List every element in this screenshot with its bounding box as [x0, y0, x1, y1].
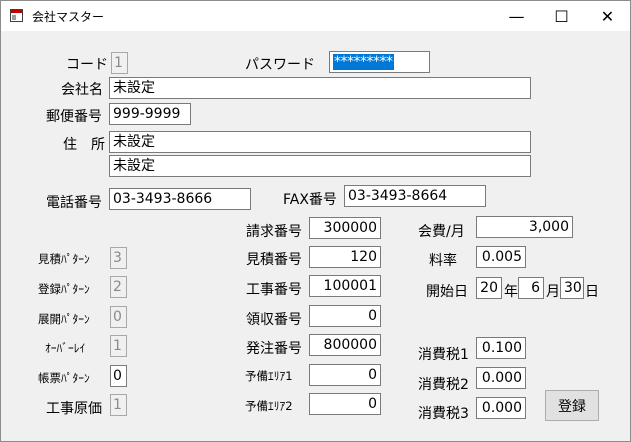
overlay-field[interactable]: 1 — [110, 335, 127, 357]
estimate-no-field[interactable]: 120 — [309, 246, 381, 268]
address-line1-field[interactable]: 未設定 — [109, 131, 531, 153]
fee-per-month-label: 会費/月 — [418, 224, 465, 240]
title-bar: 会社マスター — ☐ ✕ — [1, 1, 630, 31]
company-name-label: 会社名 — [61, 82, 103, 98]
rate-field[interactable]: 0.005 — [476, 246, 526, 268]
register-pattern-label: 登録ﾊﾟﾀｰﾝ — [38, 282, 90, 296]
tax1-label: 消費税1 — [418, 347, 469, 363]
month-label: 月 — [546, 284, 560, 300]
construction-no-label: 工事番号 — [246, 282, 302, 298]
estimate-no-label: 見積番号 — [246, 252, 302, 268]
minimize-button[interactable]: — — [494, 1, 539, 31]
register-pattern-field[interactable]: 2 — [110, 276, 127, 298]
window-title: 会社マスター — [32, 10, 105, 24]
code-label: コード — [66, 57, 108, 73]
reserve1-label: 予備ｴﾘｱ1 — [245, 369, 293, 383]
password-field[interactable]: ********* — [329, 51, 430, 73]
address-label: 住 所 — [63, 137, 105, 153]
tax3-field[interactable]: 0.000 — [476, 397, 526, 419]
tax3-label: 消費税3 — [418, 406, 469, 422]
maximize-button[interactable]: ☐ — [539, 1, 584, 31]
reserve2-label: 予備ｴﾘｱ2 — [245, 399, 293, 413]
order-no-label: 発注番号 — [246, 341, 302, 357]
reserve2-field[interactable]: 0 — [309, 393, 381, 415]
expand-pattern-field[interactable]: 0 — [110, 306, 127, 328]
address-line2-field[interactable]: 未設定 — [109, 155, 531, 177]
tax2-field[interactable]: 0.000 — [476, 367, 526, 389]
start-date-label: 開始日 — [426, 284, 468, 300]
receipt-no-label: 領収番号 — [246, 312, 302, 328]
fax-label: FAX番号 — [283, 192, 337, 208]
day-label: 日 — [585, 284, 599, 300]
rate-label: 料率 — [429, 253, 457, 269]
phone-label: 電話番号 — [46, 195, 102, 211]
construction-no-field[interactable]: 100001 — [309, 275, 381, 297]
fax-field[interactable]: 03-3493-8664 — [344, 185, 486, 207]
password-value: ********* — [333, 54, 394, 70]
expand-pattern-label: 展開ﾊﾟﾀｰﾝ — [38, 312, 90, 326]
construction-cost-field[interactable]: 1 — [110, 394, 127, 416]
form-pattern-label: 帳票ﾊﾟﾀｰﾝ — [38, 371, 90, 385]
billing-no-label: 請求番号 — [246, 224, 302, 240]
start-day-field[interactable]: 30 — [560, 277, 584, 299]
tax2-label: 消費税2 — [418, 377, 469, 393]
order-no-field[interactable]: 800000 — [309, 334, 381, 356]
postal-code-field[interactable]: 999-9999 — [109, 103, 191, 125]
password-label: パスワード — [245, 57, 315, 73]
overlay-label: ｵｰﾊﾞｰﾚｲ — [45, 341, 86, 355]
company-name-field[interactable]: 未設定 — [109, 77, 531, 99]
code-field[interactable]: 1 — [111, 52, 128, 74]
form-area: コード 1 パスワード ********* 会社名 未設定 郵便番号 999-9… — [1, 31, 630, 441]
start-month-field[interactable]: 6 — [518, 277, 544, 299]
app-icon — [10, 9, 23, 22]
register-button[interactable]: 登録 — [545, 390, 599, 421]
form-pattern-field[interactable]: 0 — [110, 365, 127, 387]
reserve1-field[interactable]: 0 — [309, 364, 381, 386]
close-button[interactable]: ✕ — [585, 1, 630, 31]
start-year-field[interactable]: 20 — [476, 277, 502, 299]
tax1-field[interactable]: 0.100 — [476, 337, 526, 359]
construction-cost-label: 工事原価 — [46, 401, 102, 417]
postal-code-label: 郵便番号 — [46, 109, 102, 125]
year-label: 年 — [504, 284, 518, 300]
billing-no-field[interactable]: 300000 — [309, 217, 381, 239]
estimate-pattern-field[interactable]: 3 — [110, 247, 127, 269]
fee-per-month-field[interactable]: 3,000 — [476, 216, 573, 238]
receipt-no-field[interactable]: 0 — [309, 305, 381, 327]
phone-field[interactable]: 03-3493-8666 — [109, 188, 251, 210]
estimate-pattern-label: 見積ﾊﾟﾀｰﾝ — [38, 252, 90, 266]
app-window: 会社マスター — ☐ ✕ コード 1 パスワード ********* 会社名 未… — [0, 0, 631, 442]
